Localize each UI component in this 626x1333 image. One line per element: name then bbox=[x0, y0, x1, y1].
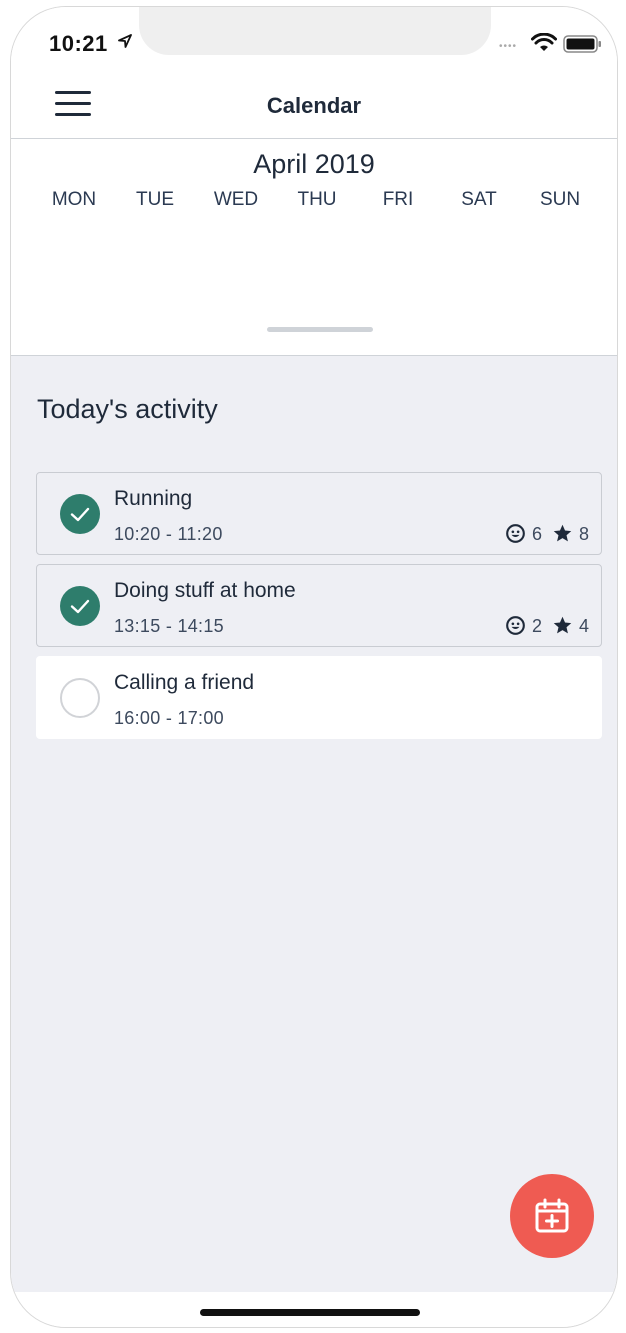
activity-title: Running bbox=[114, 487, 193, 510]
weekday-mon: MON bbox=[51, 189, 97, 210]
star-count: 4 bbox=[578, 616, 589, 636]
activity-time: 10:20 - 11:20 bbox=[114, 524, 223, 544]
phone-frame: 10:21 •••• Calendar April 2019 MON TUE W… bbox=[10, 6, 618, 1328]
activity-card-doing-stuff[interactable]: Doing stuff at home 13:15 - 14:15 2 4 bbox=[36, 564, 602, 647]
activity-card-calling-friend[interactable]: Calling a friend 16:00 - 17:00 bbox=[36, 656, 602, 739]
activity-time: 16:00 - 17:00 bbox=[114, 708, 224, 728]
unchecked-circle-icon[interactable] bbox=[60, 678, 100, 718]
activity-title: Calling a friend bbox=[114, 671, 255, 694]
notch bbox=[139, 7, 491, 55]
smiley-icon bbox=[506, 524, 525, 543]
signal-dots-icon: •••• bbox=[499, 41, 518, 52]
completed-check-icon[interactable] bbox=[60, 494, 100, 534]
star-icon bbox=[553, 616, 572, 634]
navigation-bar: Calendar bbox=[11, 65, 617, 139]
activity-time: 13:15 - 14:15 bbox=[114, 616, 224, 636]
weekday-sun: SUN bbox=[539, 189, 581, 210]
star-count: 8 bbox=[578, 524, 589, 544]
weekday-sat: SAT bbox=[461, 189, 497, 210]
smiley-icon bbox=[506, 616, 525, 635]
mood-count: 6 bbox=[531, 524, 542, 544]
activity-card-running[interactable]: Running 10:20 - 11:20 6 8 bbox=[36, 472, 602, 555]
weekday-thu: THU bbox=[297, 189, 337, 210]
calendar-month[interactable]: April 2019 bbox=[11, 149, 617, 180]
activity-section: Today's activity Running 10:20 - 11:20 6… bbox=[11, 356, 617, 1292]
activity-stats: 2 4 bbox=[505, 615, 589, 637]
weekday-wed: WED bbox=[213, 189, 259, 210]
completed-check-icon[interactable] bbox=[60, 586, 100, 626]
status-bar: 10:21 •••• bbox=[11, 7, 617, 65]
location-arrow-icon bbox=[118, 34, 132, 48]
status-time: 10:21 bbox=[49, 31, 108, 56]
activity-title: Doing stuff at home bbox=[114, 579, 296, 602]
page-title: Calendar bbox=[266, 93, 362, 118]
calendar-panel: April 2019 MON TUE WED THU FRI SAT SUN bbox=[11, 139, 617, 356]
add-event-button[interactable] bbox=[510, 1174, 594, 1258]
home-indicator[interactable] bbox=[200, 1309, 420, 1316]
section-title: Today's activity bbox=[37, 394, 218, 424]
star-icon bbox=[553, 524, 572, 542]
calendar-drag-handle[interactable] bbox=[267, 327, 373, 332]
wifi-icon bbox=[531, 33, 557, 51]
activity-stats: 6 8 bbox=[505, 523, 589, 545]
mood-count: 2 bbox=[531, 616, 542, 636]
weekday-fri: FRI bbox=[382, 189, 414, 210]
calendar-add-icon bbox=[535, 1198, 569, 1233]
weekday-tue: TUE bbox=[136, 189, 174, 210]
weekday-header: MON TUE WED THU FRI SAT SUN bbox=[34, 189, 614, 213]
battery-icon bbox=[563, 35, 601, 53]
